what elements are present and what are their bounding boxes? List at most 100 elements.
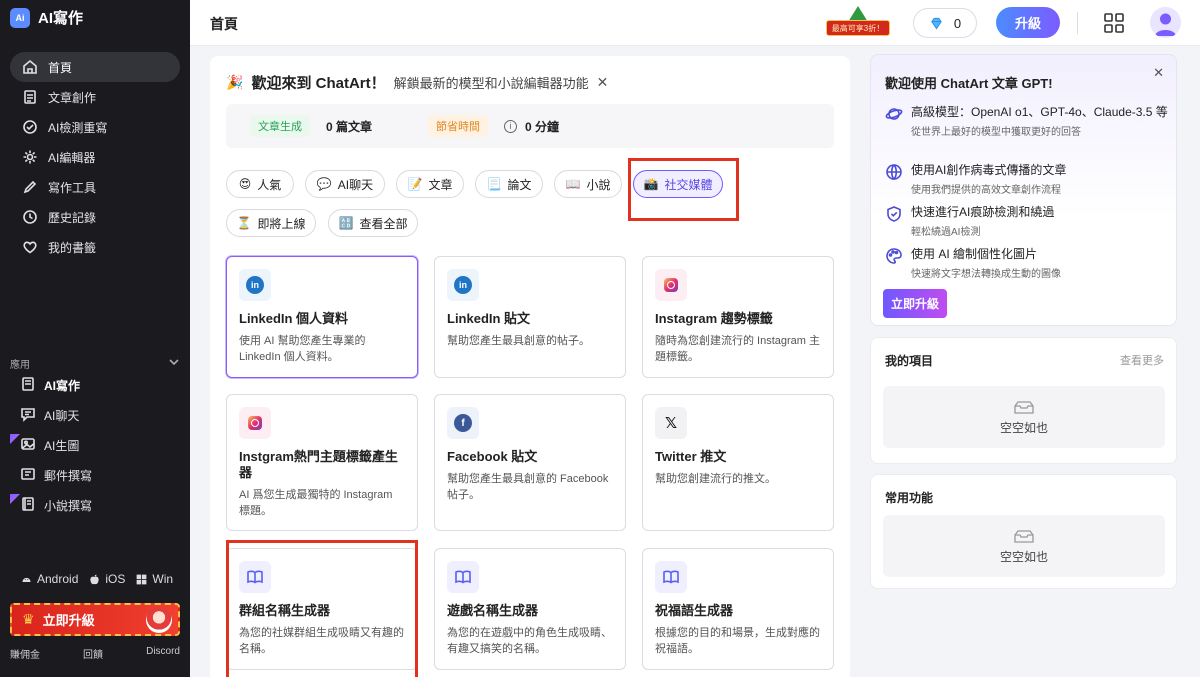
feature-desc: 使用我們提供的高效文章創作流程 <box>911 185 1061 196</box>
platform-ios-label: iOS <box>105 572 126 586</box>
crown-icon: ♛ <box>22 611 35 627</box>
nav-item-article[interactable]: 文章創作 <box>10 82 180 112</box>
tab-view-all[interactable]: 🔠 查看全部 <box>328 209 418 237</box>
view-more-link[interactable]: 查看更多 <box>1120 352 1164 368</box>
gear-icon <box>22 149 38 165</box>
nav-item-bookmarks[interactable]: 我的書籤 <box>10 232 180 262</box>
app-item-ai-image[interactable]: AI生圖 <box>10 430 180 460</box>
tab-emoji: 📃 <box>486 177 502 191</box>
tab-paper[interactable]: 📃 論文 <box>475 170 543 198</box>
feature-title: 使用AI創作病毒式傳播的文章 <box>911 163 1067 177</box>
close-icon[interactable]: ✕ <box>1153 65 1164 81</box>
app-item-label: AI聊天 <box>44 408 80 423</box>
tab-label: AI聊天 <box>337 177 374 192</box>
tab-popular[interactable]: 😍 人氣 <box>226 170 294 198</box>
info-icon[interactable]: i <box>504 119 518 133</box>
chevron-down-icon <box>168 356 180 371</box>
card-description: 幫助您創建流行的推文。 <box>655 473 776 485</box>
upgrade-button[interactable]: 升級 <box>996 7 1060 38</box>
tab-article[interactable]: 📝 文章 <box>396 170 464 198</box>
instagram-icon <box>239 407 271 439</box>
linkedin-logo-text: in <box>246 276 264 294</box>
tab-label: 人氣 <box>257 177 282 192</box>
sidebar-upgrade-button[interactable]: ♛ 立即升級 <box>10 603 180 636</box>
tool-card-linkedin-post[interactable]: in LinkedIn 貼文 幫助您產生最具創意的帖子。 <box>434 256 626 378</box>
platform-links: Android iOS Win <box>20 572 173 586</box>
stats-bar: 文章生成 0 篇文章 節省時間 i 0 分鐘 <box>226 104 834 148</box>
platform-windows[interactable]: Win <box>135 572 173 586</box>
card-description: 隨時為您創建流行的 Instagram 主題標籤。 <box>655 335 821 363</box>
sidebar: Ai AI寫作 首頁 文章創作 AI檢測重寫 AI編輯器 寫作工具 歷史記錄 我… <box>0 0 190 677</box>
new-flag <box>10 434 20 444</box>
footer-link-commission[interactable]: 賺佣金 <box>10 646 40 661</box>
tool-card-game-name-generator[interactable]: 遊戲名稱生成器 為您的在遊戲中的角色生成吸睛、有趣又搞笑的名稱。 <box>434 548 626 670</box>
footer-link-discord[interactable]: Discord <box>146 646 180 661</box>
santa-icon <box>146 607 172 633</box>
palette-icon <box>886 248 902 264</box>
planet-icon <box>885 108 903 120</box>
tool-card-instagram-topic-generator[interactable]: Instgram熱門主題標籤產生器 AI 爲您生成最獨特的 Instagram … <box>226 394 418 531</box>
nav-item-label: 我的書籤 <box>48 240 97 255</box>
nav-item-label: 寫作工具 <box>48 180 97 195</box>
promo-text: 最高可享3折！ <box>826 20 890 36</box>
card-title: Instagram 趨勢標籤 <box>655 311 773 326</box>
close-icon[interactable]: ✕ <box>597 74 609 91</box>
nav-item-label: AI檢測重寫 <box>48 120 108 135</box>
gem-balance[interactable]: 0 <box>913 8 977 38</box>
tool-card-twitter-post[interactable]: 𝕏 Twitter 推文 幫助您創建流行的推文。 <box>642 394 834 531</box>
apps-section-label: 應用 <box>10 360 30 371</box>
tab-ai-chat[interactable]: 💬 AI聊天 <box>305 170 385 198</box>
footer-link-feedback[interactable]: 回饋 <box>83 646 103 661</box>
tab-novel[interactable]: 📖 小說 <box>554 170 622 198</box>
app-item-ai-writing[interactable]: AI寫作 <box>10 370 180 400</box>
book-icon <box>447 561 479 593</box>
tool-card-blessing-generator[interactable]: 祝福語生成器 根據您的目的和場景，生成對應的祝福語。 <box>642 548 834 670</box>
gpt-upgrade-button[interactable]: 立即升級 <box>883 289 947 318</box>
nav-item-writing-tools[interactable]: 寫作工具 <box>10 172 180 202</box>
brand[interactable]: Ai AI寫作 <box>10 7 83 28</box>
nav-item-history[interactable]: 歷史記錄 <box>10 202 180 232</box>
apps-list: AI寫作 AI聊天 AI生圖 郵件撰寫 小說撰寫 <box>10 370 180 520</box>
apps-section-header[interactable]: 應用 <box>10 356 180 371</box>
card-title: Twitter 推文 <box>655 449 727 464</box>
nav-item-label: AI編輯器 <box>48 150 96 165</box>
tab-emoji: 📝 <box>407 177 423 191</box>
apps-grid-icon[interactable] <box>1103 12 1125 34</box>
nav-item-ai-editor[interactable]: AI編輯器 <box>10 142 180 172</box>
tool-card-linkedin-profile[interactable]: in LinkedIn 個人資料 使用 AI 幫助您產生專業的 LinkedIn… <box>226 256 418 378</box>
welcome-banner: 🎉 歡迎來到 ChatArt！ 解鎖最新的模型和小說編輯器功能 ✕ <box>226 72 608 93</box>
doc-icon <box>20 376 36 395</box>
platform-ios[interactable]: iOS <box>88 572 125 586</box>
nav-item-ai-detect[interactable]: AI檢測重寫 <box>10 112 180 142</box>
empty-box-icon <box>1014 529 1034 543</box>
facebook-logo-text: f <box>454 414 472 432</box>
check-icon <box>22 119 38 135</box>
card-title: Facebook 貼文 <box>447 449 538 464</box>
empty-text: 空空如也 <box>999 420 1048 435</box>
app-item-mail[interactable]: 郵件撰寫 <box>10 460 180 490</box>
app-item-ai-chat[interactable]: AI聊天 <box>10 400 180 430</box>
linkedin-icon: in <box>447 269 479 301</box>
platform-windows-label: Win <box>152 572 174 586</box>
pen-icon <box>22 179 38 195</box>
projects-title: 我的項目 <box>885 354 934 368</box>
divider <box>1077 12 1078 34</box>
feature-desc: 快速將文字想法轉換成生動的圖像 <box>911 269 1061 280</box>
tool-card-instagram-hashtags[interactable]: Instagram 趨勢標籤 隨時為您創建流行的 Instagram 主題標籤。 <box>642 256 834 378</box>
brand-name: AI寫作 <box>38 10 84 27</box>
feature-item: 快速進行AI痕跡檢測和繞過 輕松繞過AI檢測 <box>885 205 1170 238</box>
app-item-novel[interactable]: 小說撰寫 <box>10 490 180 520</box>
feature-desc: 從世界上最好的模型中獲取更好的回答 <box>911 127 1081 138</box>
tab-emoji: 💬 <box>316 177 332 191</box>
tab-coming-soon[interactable]: ⏳ 即將上線 <box>226 209 316 237</box>
nav-item-home[interactable]: 首頁 <box>10 52 180 82</box>
avatar[interactable] <box>1150 7 1181 38</box>
tool-card-facebook-post[interactable]: f Facebook 貼文 幫助您產生最具創意的 Facebook 帖子。 <box>434 394 626 531</box>
welcome-title: 歡迎來到 ChatArt！ <box>251 75 386 92</box>
nav-item-label: 歷史記錄 <box>48 210 97 225</box>
history-icon <box>22 209 38 225</box>
promo-badge[interactable]: 最高可享3折！ <box>826 6 890 36</box>
tab-label: 即將上線 <box>257 216 306 231</box>
favorites-panel: 常用功能 空空如也 <box>870 474 1177 589</box>
platform-android[interactable]: Android <box>20 572 78 586</box>
